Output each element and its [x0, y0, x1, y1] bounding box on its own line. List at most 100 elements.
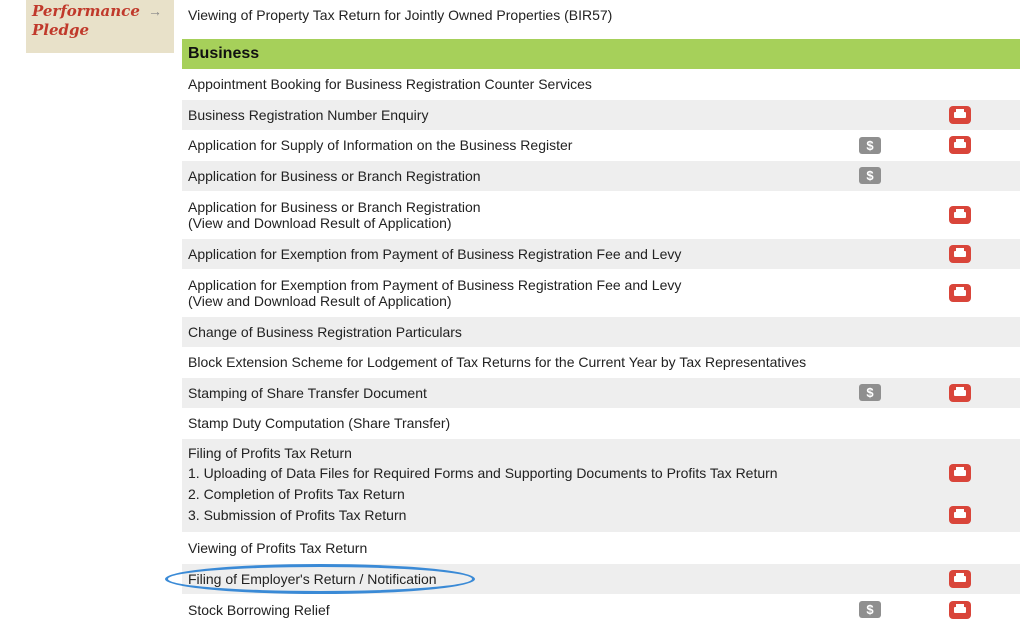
fee-cell	[840, 532, 900, 564]
fee-cell	[840, 269, 900, 317]
service-link[interactable]: Stock Borrowing Relief	[188, 602, 834, 618]
printer-icon[interactable]	[949, 463, 971, 482]
service-subtitle: (View and Download Result of Application…	[188, 292, 452, 309]
service-name[interactable]: Stock Borrowing Relief	[182, 594, 840, 626]
fee-cell	[840, 438, 900, 533]
service-name[interactable]: Stamp Duty Computation (Share Transfer)	[182, 408, 840, 439]
service-row: Filing of Employer's Return / Notificati…	[182, 563, 1020, 595]
print-cell	[900, 191, 1020, 239]
service-link[interactable]: Application for Exemption from Payment o…	[188, 246, 834, 262]
service-name[interactable]: Viewing of Profits Tax Return	[182, 532, 840, 564]
step-list: 1. Uploading of Data Files for Required …	[188, 463, 834, 526]
service-link-property-tax-bir57[interactable]: Viewing of Property Tax Return for Joint…	[182, 0, 1022, 30]
fee-cell	[840, 563, 900, 595]
printer-icon[interactable]	[949, 505, 971, 524]
printer-icon[interactable]	[949, 600, 971, 619]
printer-icon[interactable]	[949, 569, 971, 588]
print-cell	[900, 160, 1020, 192]
step-item[interactable]: 3. Submission of Profits Tax Return	[188, 505, 834, 526]
service-title: Filing of Profits Tax Return	[188, 444, 352, 461]
service-link[interactable]: Change of Business Registration Particul…	[188, 324, 834, 340]
step-print-slot	[900, 485, 1020, 506]
service-name[interactable]: Business Registration Number Enquiry	[182, 99, 840, 131]
fee-cell	[840, 347, 900, 378]
printer-icon[interactable]	[949, 383, 971, 402]
print-cell	[900, 269, 1020, 317]
service-name[interactable]: Stamping of Share Transfer Document	[182, 377, 840, 409]
service-name[interactable]: Application for Business or Branch Regis…	[182, 191, 840, 239]
step-item[interactable]: 2. Completion of Profits Tax Return	[188, 484, 834, 505]
service-link[interactable]: Viewing of Profits Tax Return	[188, 540, 834, 556]
printer-icon[interactable]	[949, 136, 971, 155]
service-link[interactable]: Application for Supply of Information on…	[188, 137, 834, 153]
service-name[interactable]: Application for Business or Branch Regis…	[182, 160, 840, 192]
service-link[interactable]: Appointment Booking for Business Registr…	[188, 76, 834, 92]
service-name[interactable]: Filing of Employer's Return / Notificati…	[182, 563, 840, 595]
print-cell	[900, 347, 1020, 378]
service-row: Appointment Booking for Business Registr…	[182, 69, 1020, 100]
print-cell	[900, 238, 1020, 270]
fee-cell	[840, 316, 900, 348]
fee-cell: $	[840, 594, 900, 626]
printer-icon[interactable]	[949, 205, 971, 224]
fee-cell	[840, 99, 900, 131]
section-title: Business	[182, 39, 1020, 70]
service-link[interactable]: Application for Business or Branch Regis…	[188, 168, 834, 184]
step-print-slot	[900, 505, 1020, 527]
service-row: Change of Business Registration Particul…	[182, 316, 1020, 348]
fee-cell	[840, 408, 900, 439]
printer-icon[interactable]	[949, 105, 971, 124]
print-cell	[900, 316, 1020, 348]
service-name[interactable]: Appointment Booking for Business Registr…	[182, 69, 840, 100]
print-cell	[900, 594, 1020, 626]
print-cell	[900, 69, 1020, 100]
fee-cell: $	[840, 160, 900, 192]
service-row: Application for Exemption from Payment o…	[182, 269, 1020, 317]
print-cell	[900, 408, 1020, 439]
service-row: Block Extension Scheme for Lodgement of …	[182, 347, 1020, 378]
service-link[interactable]: Block Extension Scheme for Lodgement of …	[188, 354, 834, 370]
service-name[interactable]: Change of Business Registration Particul…	[182, 316, 840, 348]
print-cell	[900, 438, 1020, 533]
fee-dollar-icon: $	[859, 136, 881, 154]
fee-dollar-icon: $	[859, 384, 881, 401]
pledge-line2: Pledge	[32, 21, 90, 39]
service-name[interactable]: Application for Supply of Information on…	[182, 130, 840, 161]
print-cell	[900, 99, 1020, 131]
service-link[interactable]: Stamp Duty Computation (Share Transfer)	[188, 415, 834, 431]
pledge-line1: Performance	[32, 2, 140, 20]
service-row: Stamp Duty Computation (Share Transfer)	[182, 408, 1020, 439]
printer-icon[interactable]	[949, 283, 971, 302]
performance-pledge-banner[interactable]: Performance → Pledge	[26, 0, 174, 53]
print-cell	[900, 377, 1020, 409]
service-link[interactable]: Stamping of Share Transfer Document	[188, 385, 834, 401]
service-row: Stock Borrowing Relief $	[182, 594, 1020, 626]
service-link[interactable]: Application for Business or Branch Regis…	[188, 199, 834, 215]
service-row: Application for Business or Branch Regis…	[182, 160, 1020, 192]
step-item[interactable]: 1. Uploading of Data Files for Required …	[188, 463, 834, 484]
step-print-slot	[900, 463, 1020, 485]
service-row: Stamping of Share Transfer Document $	[182, 377, 1020, 409]
fee-cell	[840, 238, 900, 270]
service-link[interactable]: Filing of Employer's Return / Notificati…	[188, 571, 834, 587]
service-name[interactable]: Application for Exemption from Payment o…	[182, 238, 840, 270]
printer-icon[interactable]	[949, 244, 971, 263]
service-row-profits-tax: Filing of Profits Tax Return 1. Uploading…	[182, 438, 1020, 533]
service-name[interactable]: Block Extension Scheme for Lodgement of …	[182, 347, 840, 378]
service-link[interactable]: Business Registration Number Enquiry	[188, 107, 834, 123]
fee-cell: $	[840, 130, 900, 161]
business-services-table: Business Appointment Booking for Busines…	[182, 39, 1020, 626]
service-row: Business Registration Number Enquiry	[182, 99, 1020, 131]
service-link[interactable]: Application for Exemption from Payment o…	[188, 277, 834, 293]
arrow-icon: →	[148, 3, 162, 19]
print-cell	[900, 532, 1020, 564]
service-name[interactable]: Application for Exemption from Payment o…	[182, 269, 840, 317]
service-row: Viewing of Profits Tax Return	[182, 532, 1020, 564]
print-cell	[900, 563, 1020, 595]
fee-cell	[840, 191, 900, 239]
fee-dollar-icon: $	[859, 601, 881, 618]
service-row: Application for Supply of Information on…	[182, 130, 1020, 161]
service-row: Application for Exemption from Payment o…	[182, 238, 1020, 270]
service-row: Application for Business or Branch Regis…	[182, 191, 1020, 239]
print-cell	[900, 130, 1020, 161]
